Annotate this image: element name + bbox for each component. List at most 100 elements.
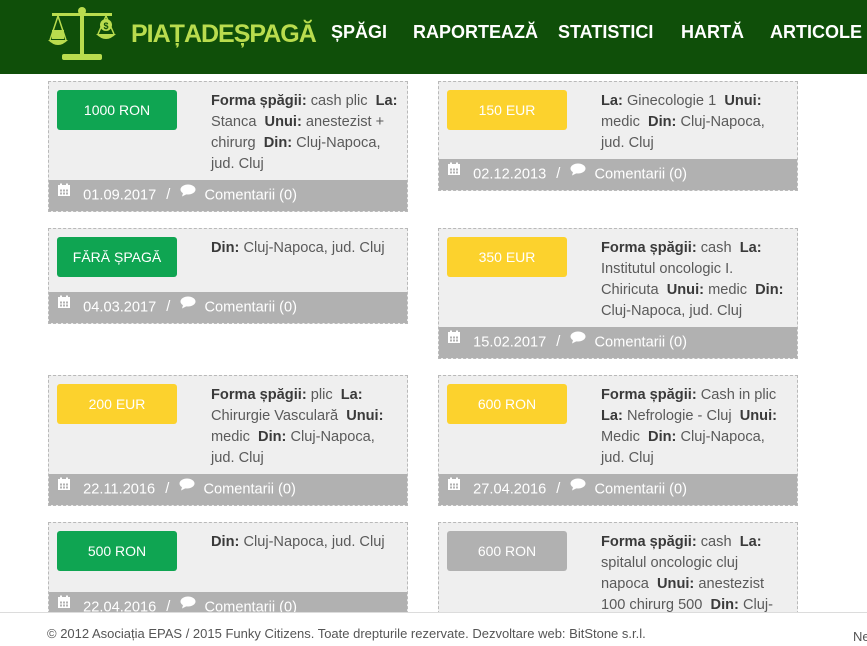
bribe-amount-badge[interactable]: 350 EUR (447, 237, 567, 277)
din-value: Cluj- (742, 597, 773, 613)
meta-separator: / (166, 299, 171, 316)
label-la: La: (601, 93, 623, 109)
din-value: Cluj-Napoca, jud. Cluj (243, 240, 385, 256)
forma-value: plic (310, 387, 333, 403)
bribe-report-card[interactable]: 150 EUR La: Ginecologie 1 Unui: medic Di… (438, 81, 798, 191)
label-forma: Forma șpăgii: (601, 240, 697, 256)
bribe-report-card[interactable]: 1000 RON Forma șpăgii: cash plic La: Sta… (48, 81, 408, 212)
calendar-icon (447, 472, 461, 503)
card-meta-bar: 01.09.2017 / Comentarii (0) (49, 180, 407, 211)
label-din: Din: (648, 114, 677, 130)
label-unui: Unui: (739, 408, 777, 424)
meta-separator: / (556, 166, 561, 183)
report-date: 15.02.2017 (473, 334, 547, 351)
label-la: La: (375, 93, 398, 109)
label-la: La: (601, 408, 623, 424)
label-din: Din: (211, 534, 240, 550)
bribe-report-card[interactable]: 200 EUR Forma șpăgii: plic La: Chirurgie… (48, 375, 408, 506)
calendar-icon (57, 290, 71, 321)
card-meta-bar: 22.11.2016 / Comentarii (0) (49, 474, 407, 505)
unui-value: medic (211, 429, 250, 445)
comment-icon (180, 290, 196, 321)
comments-link[interactable]: Comentarii (0) (595, 166, 687, 182)
footer-trailing-text: Ne (853, 629, 867, 644)
report-details: Din: Cluj-Napoca, jud. Cluj (211, 532, 401, 553)
report-details: Forma șpăgii: cash plic La: Stanca Unui:… (211, 91, 401, 175)
main-nav: ȘPĂGI RAPORTEAZĂ STATISTICI HARTĂ ARTICO… (0, 22, 867, 46)
report-details: Forma șpăgii: cash La: Institutul oncolo… (601, 238, 791, 322)
bribe-report-card[interactable]: FĂRĂ ȘPAGĂ Din: Cluj-Napoca, jud. Cluj 0… (48, 228, 408, 324)
bribe-report-card[interactable]: 500 RON Din: Cluj-Napoca, jud. Cluj 22.0… (48, 522, 408, 624)
bribe-amount-badge[interactable]: 600 RON (447, 384, 567, 424)
comment-icon (179, 472, 195, 503)
comment-icon (570, 325, 586, 356)
report-date: 02.12.2013 (473, 166, 547, 183)
report-details: La: Ginecologie 1 Unui: medic Din: Cluj-… (601, 91, 791, 154)
report-details: Forma șpăgii: plic La: Chirurgie Vascula… (211, 385, 401, 469)
forma-value: Cash in plic (700, 387, 777, 403)
bribe-amount-badge[interactable]: 1000 RON (57, 90, 177, 130)
card-meta-bar: 04.03.2017 / Comentarii (0) (49, 292, 407, 323)
label-unui: Unui: (264, 114, 302, 130)
bribe-report-card[interactable]: 600 RON Forma șpăgii: cash La: spitalul … (438, 522, 798, 624)
site-header: $ PIAȚADEȘPAGĂ ȘPĂGI RAPORTEAZĂ STATISTI… (0, 0, 867, 74)
bribe-amount-badge[interactable]: 600 RON (447, 531, 567, 571)
la-value: Nefrologie - Cluj (626, 408, 732, 424)
bribe-report-card[interactable]: 350 EUR Forma șpăgii: cash La: Institutu… (438, 228, 798, 359)
unui-value: medic (708, 282, 747, 298)
label-la: La: (739, 534, 762, 550)
label-din: Din: (211, 240, 240, 256)
comment-icon (570, 472, 586, 503)
card-meta-bar: 15.02.2017 / Comentarii (0) (439, 327, 797, 358)
label-din: Din: (755, 282, 784, 298)
label-din: Din: (263, 135, 293, 151)
report-details: Forma șpăgii: Cash in plic La: Nefrologi… (601, 385, 791, 469)
meta-separator: / (166, 187, 171, 204)
bribe-amount-badge[interactable]: 200 EUR (57, 384, 177, 424)
report-date: 04.03.2017 (83, 299, 157, 316)
report-date: 22.11.2016 (83, 481, 156, 498)
calendar-icon (57, 472, 71, 503)
comment-icon (180, 178, 196, 209)
calendar-icon (57, 178, 71, 209)
unui-value: medic (601, 114, 640, 130)
report-date: 27.04.2016 (473, 481, 547, 498)
comments-link[interactable]: Comentarii (0) (205, 299, 297, 315)
bribe-amount-badge[interactable]: 150 EUR (447, 90, 567, 130)
bribe-report-card[interactable]: 600 RON Forma șpăgii: Cash in plic La: N… (438, 375, 798, 506)
comments-link[interactable]: Comentarii (0) (595, 481, 687, 497)
meta-separator: / (556, 481, 561, 498)
label-unui: Unui: (346, 408, 384, 424)
site-footer: © 2012 Asociația EPAS / 2015 Funky Citiz… (0, 612, 867, 646)
label-forma: Forma șpăgii: (601, 387, 697, 403)
footer-copyright: © 2012 Asociația EPAS / 2015 Funky Citiz… (47, 626, 646, 641)
label-unui: Unui: (657, 576, 695, 592)
calendar-icon (447, 157, 461, 188)
nav-item-statistici[interactable]: STATISTICI (558, 22, 653, 43)
meta-separator: / (556, 334, 561, 351)
forma-value: cash plic (310, 93, 368, 109)
forma-value: cash (700, 534, 732, 550)
bribe-amount-badge[interactable]: 500 RON (57, 531, 177, 571)
nav-item-articole[interactable]: ARTICOLE (770, 22, 862, 43)
comments-link[interactable]: Comentarii (0) (205, 187, 297, 203)
nav-item-raporteaza[interactable]: RAPORTEAZĂ (413, 22, 538, 43)
bribe-amount-badge[interactable]: FĂRĂ ȘPAGĂ (57, 237, 177, 277)
forma-value: cash (700, 240, 732, 256)
unui-value: Medic (601, 429, 640, 445)
label-forma: Forma șpăgii: (601, 534, 697, 550)
label-forma: Forma șpăgii: (211, 93, 307, 109)
nav-item-spagi[interactable]: ȘPĂGI (331, 22, 387, 43)
label-din: Din: (710, 597, 739, 613)
la-value: Chirurgie Vasculară (211, 408, 339, 424)
label-unui: Unui: (666, 282, 704, 298)
comments-link[interactable]: Comentarii (0) (595, 334, 687, 350)
label-din: Din: (648, 429, 677, 445)
label-la: La: (739, 240, 762, 256)
comments-link[interactable]: Comentarii (0) (203, 481, 295, 497)
la-value: Stanca (211, 114, 257, 130)
label-din: Din: (258, 429, 287, 445)
nav-item-harta[interactable]: HARTĂ (681, 22, 744, 43)
meta-separator: / (165, 481, 170, 498)
report-date: 01.09.2017 (83, 187, 157, 204)
